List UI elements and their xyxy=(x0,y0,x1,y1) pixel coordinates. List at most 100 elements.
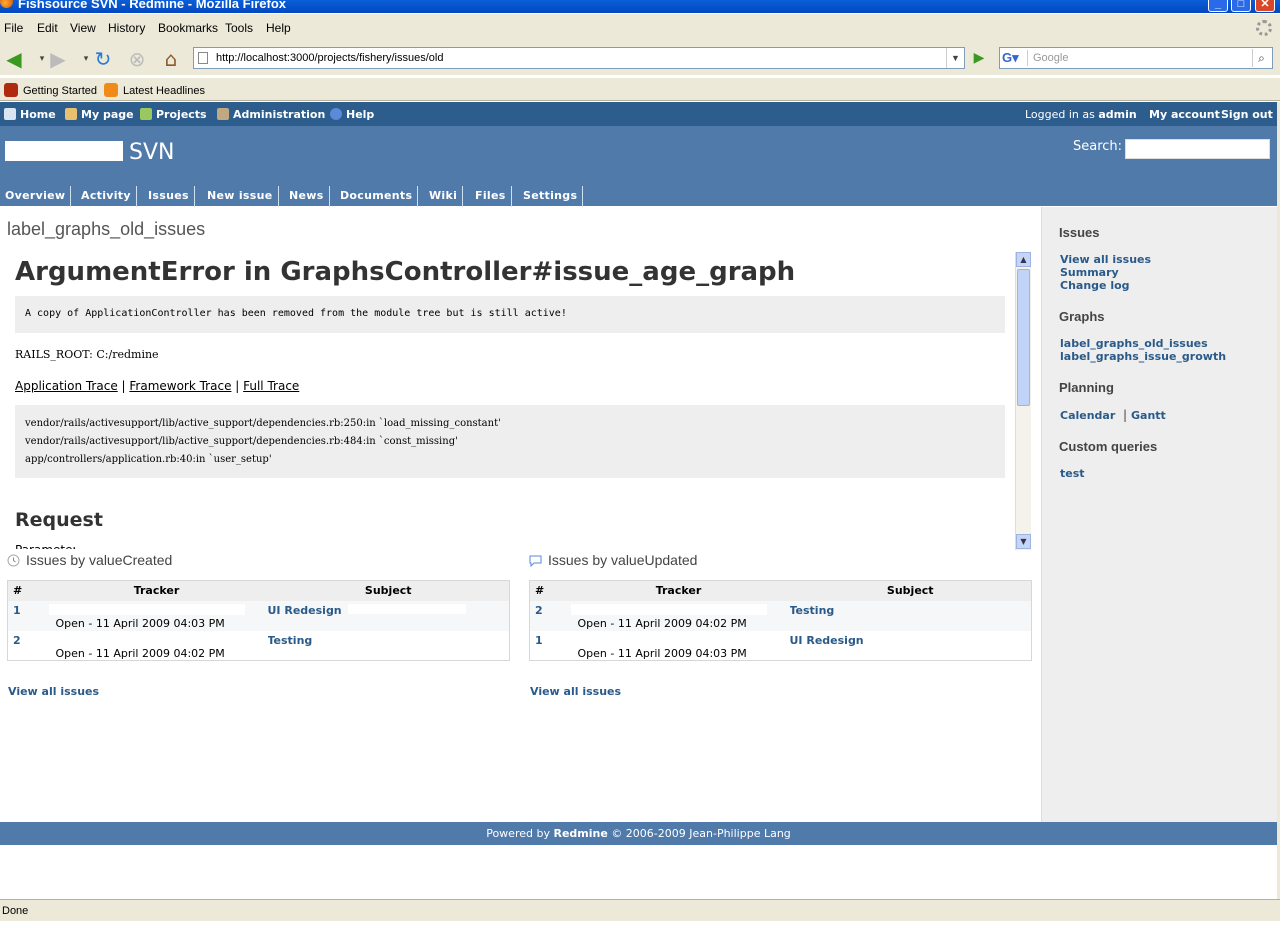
request-heading: Request xyxy=(15,509,103,531)
issue-id-link[interactable]: 1 xyxy=(8,604,21,617)
top-menu-my-page[interactable]: My page xyxy=(65,108,134,121)
forward-arrow-icon[interactable]: ▶ xyxy=(46,47,70,71)
minimize-button[interactable]: _ xyxy=(1208,0,1228,12)
column-header[interactable]: Subject xyxy=(789,580,1032,601)
project-search-input[interactable] xyxy=(1125,139,1270,159)
close-button[interactable]: ✕ xyxy=(1255,0,1275,12)
tab-overview[interactable]: Overview xyxy=(0,186,72,207)
column-header[interactable]: # xyxy=(529,580,568,601)
bookmark-latest-headlines[interactable]: Latest Headlines xyxy=(104,83,205,97)
logged-in-user-link[interactable]: admin xyxy=(1098,108,1136,121)
comment-icon xyxy=(529,554,542,568)
sidebar-graph-old-issues[interactable]: label_graphs_old_issues xyxy=(1060,337,1208,350)
redacted-block xyxy=(347,603,466,614)
menu-edit[interactable]: Edit xyxy=(37,21,58,35)
tab-new-issue[interactable]: New issue xyxy=(202,186,279,207)
url-text[interactable]: http://localhost:3000/projects/fishery/i… xyxy=(216,52,443,64)
application-trace-link[interactable]: Application Trace xyxy=(15,379,118,393)
column-header[interactable]: Subject xyxy=(267,580,510,601)
sidebar-graphs-heading: Graphs xyxy=(1059,309,1105,324)
sidebar-graph-issue-growth[interactable]: label_graphs_issue_growth xyxy=(1060,350,1226,363)
issue-subject-link[interactable]: UI Redesign xyxy=(790,634,864,647)
home-icon[interactable]: ⌂ xyxy=(159,47,183,71)
issue-id-link[interactable]: 2 xyxy=(530,604,543,617)
search-bar[interactable]: G▾ Google ⌕ xyxy=(999,47,1273,69)
tab-files[interactable]: Files xyxy=(470,186,512,207)
issue-subject-link[interactable]: Testing xyxy=(790,604,835,617)
window-bottom xyxy=(0,921,1280,934)
maximize-button[interactable]: □ xyxy=(1231,0,1251,12)
tab-wiki[interactable]: Wiki xyxy=(424,186,464,207)
throbber-icon xyxy=(1256,20,1272,36)
tab-news[interactable]: News xyxy=(284,186,330,207)
framework-trace-link[interactable]: Framework Trace xyxy=(129,379,231,393)
sign-out-link[interactable]: Sign out xyxy=(1221,108,1273,121)
search-placeholder[interactable]: Google xyxy=(1033,52,1068,64)
issue-id-link[interactable]: 1 xyxy=(530,634,543,647)
tab-issues[interactable]: Issues xyxy=(143,186,195,207)
url-bar[interactable]: http://localhost:3000/projects/fishery/i… xyxy=(193,47,965,69)
tab-documents[interactable]: Documents xyxy=(335,186,419,207)
menu-bookmarks[interactable]: Bookmarks xyxy=(158,21,218,35)
view-all-issues-link[interactable]: View all issues xyxy=(8,685,99,698)
redacted-block xyxy=(570,603,767,615)
search-icon[interactable]: ⌕ xyxy=(1252,49,1270,67)
full-trace-link[interactable]: Full Trace xyxy=(243,379,299,393)
tab-activity[interactable]: Activity xyxy=(76,186,137,207)
top-menu-projects[interactable]: Projects xyxy=(140,108,207,121)
menu-view[interactable]: View xyxy=(70,21,96,35)
column-header[interactable]: # xyxy=(7,580,46,601)
trace-block: vendor/rails/activesupport/lib/active_su… xyxy=(15,405,1005,478)
redmine-link[interactable]: Redmine xyxy=(553,827,607,840)
table-row: 2 Open - 11 April 2009 04:02 PM Testing xyxy=(529,600,1032,631)
menu-history[interactable]: History xyxy=(108,21,145,35)
sidebar-query-test[interactable]: test xyxy=(1060,467,1085,480)
go-arrow-icon[interactable]: ▶ xyxy=(970,49,988,67)
issue-subject-link[interactable]: Testing xyxy=(268,634,313,647)
stop-icon[interactable]: ⊗ xyxy=(125,47,149,71)
scroll-up-icon[interactable]: ▲ xyxy=(1016,252,1031,267)
menu-help[interactable]: Help xyxy=(266,21,291,35)
project-header: SVN Search: xyxy=(0,126,1277,185)
sidebar-calendar[interactable]: Calendar xyxy=(1060,409,1115,422)
sidebar-gantt[interactable]: Gantt xyxy=(1131,409,1166,422)
top-menu-home[interactable]: Home xyxy=(4,108,56,121)
scroll-down-icon[interactable]: ▼ xyxy=(1016,534,1031,549)
issue-id-link[interactable]: 2 xyxy=(8,634,21,647)
my-account-link[interactable]: My account xyxy=(1149,108,1220,121)
sidebar-change-log[interactable]: Change log xyxy=(1060,279,1130,292)
column-header[interactable]: Tracker xyxy=(45,580,268,601)
issue-status: Open - 11 April 2009 04:02 PM xyxy=(55,646,225,660)
top-menu-label: Administration xyxy=(233,108,326,121)
view-all-issues-link[interactable]: View all issues xyxy=(530,685,621,698)
menu-tools[interactable]: Tools xyxy=(225,21,253,35)
trace-line: vendor/rails/activesupport/lib/active_su… xyxy=(25,418,501,429)
issue-subject-link[interactable]: UI Redesign xyxy=(268,604,342,617)
scroll-thumb[interactable] xyxy=(1017,269,1030,406)
column-header[interactable]: Tracker xyxy=(567,580,790,601)
issues-table: # Tracker Subject 1 Open - 11 April 2009… xyxy=(7,580,510,661)
tab-settings[interactable]: Settings xyxy=(518,186,584,207)
hammer-icon xyxy=(217,108,229,120)
error-title: ArgumentError in GraphsController#issue_… xyxy=(15,257,796,287)
sidebar-summary[interactable]: Summary xyxy=(1060,266,1119,279)
url-dropdown-icon[interactable]: ▼ xyxy=(946,48,964,68)
bookmark-getting-started[interactable]: Getting Started xyxy=(4,83,97,97)
box-title-text: Issues by valueUpdated xyxy=(548,552,698,568)
bookmarks-toolbar: Getting Started Latest Headlines xyxy=(0,78,1280,101)
menu-file[interactable]: File xyxy=(4,21,23,35)
bookmark-label: Latest Headlines xyxy=(123,85,205,97)
sidebar-custom-queries-heading: Custom queries xyxy=(1059,439,1158,454)
top-menu-administration[interactable]: Administration xyxy=(217,108,325,121)
google-engine-icon[interactable]: G▾ xyxy=(1002,50,1028,66)
home-icon xyxy=(4,108,16,120)
back-arrow-icon[interactable]: ◀ xyxy=(2,47,26,71)
firefox-bookmark-icon xyxy=(4,83,18,97)
trace-line: app/controllers/application.rb:40:in `us… xyxy=(25,454,272,465)
iframe-scrollbar[interactable]: ▲ ▼ xyxy=(1015,252,1031,550)
firefox-icon xyxy=(0,0,13,8)
top-menu-help[interactable]: Help xyxy=(330,108,374,121)
sidebar-view-all-issues[interactable]: View all issues xyxy=(1060,253,1151,266)
firefox-window: Fishsource SVN - Redmine - Mozilla Firef… xyxy=(0,0,1280,934)
reload-icon[interactable]: ↻ xyxy=(91,47,115,71)
